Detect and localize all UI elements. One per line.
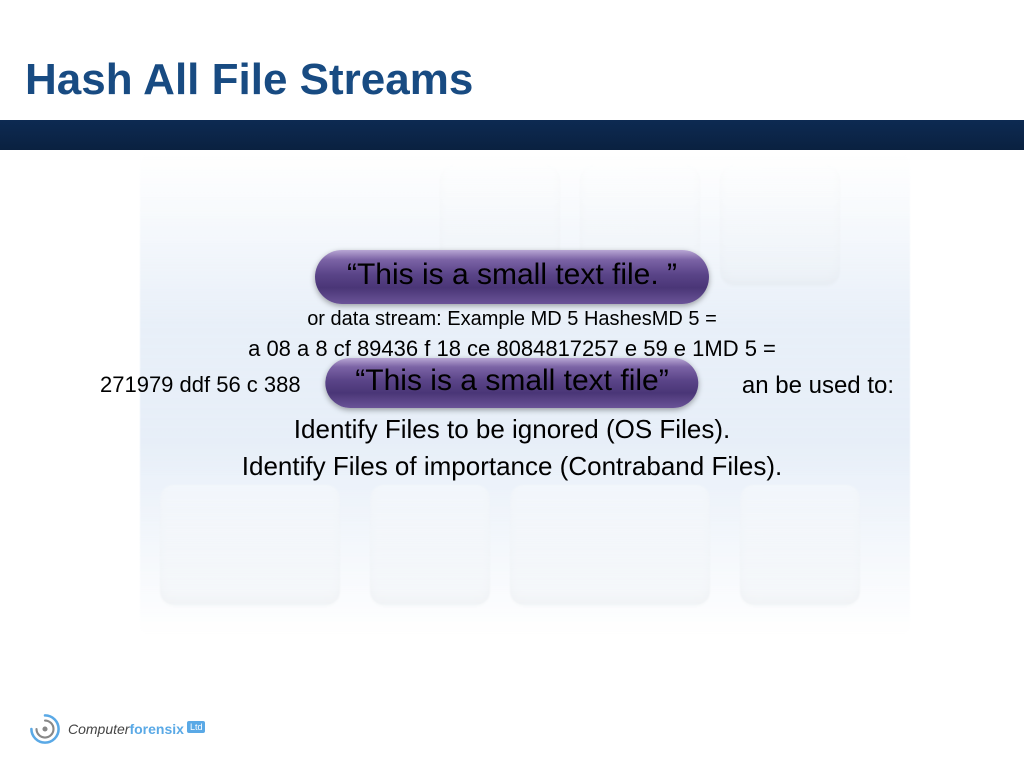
content-area: “This is a small text file. ” Generates … (0, 250, 1024, 484)
pill-1-text: “This is a small text file. ” (347, 258, 677, 291)
text-fragment-right: an be used to: (742, 372, 894, 400)
pill-row: 271979 ddf 56 c 388 “This is a small tex… (0, 358, 1024, 410)
slide: Hash All File Streams “This is a small t… (0, 0, 1024, 768)
example-text-pill-1: “This is a small text file. ” (315, 250, 709, 304)
footer-logo: Computerforensix Ltd (28, 712, 205, 746)
pill-2-text: “This is a small text file” (355, 364, 668, 397)
slide-title: Hash All File Streams (25, 55, 473, 105)
logo-icon (28, 712, 62, 746)
bullet-line-2: Identify Files of importance (Contraband… (0, 449, 1024, 484)
logo-name-2: forensix (129, 721, 183, 737)
example-text-pill-2: “This is a small text file” (325, 358, 698, 408)
bullet-line-1: Identify Files to be ignored (OS Files). (0, 412, 1024, 447)
header-bar (0, 120, 1024, 150)
description-line-2: or data stream: Example MD 5 HashesMD 5 … (102, 306, 922, 333)
logo-name-1: Computer (68, 721, 129, 737)
hash-fragment-left: 271979 ddf 56 c 388 (100, 372, 301, 398)
logo-suffix: Ltd (187, 721, 206, 733)
logo-text: Computerforensix Ltd (68, 721, 205, 737)
